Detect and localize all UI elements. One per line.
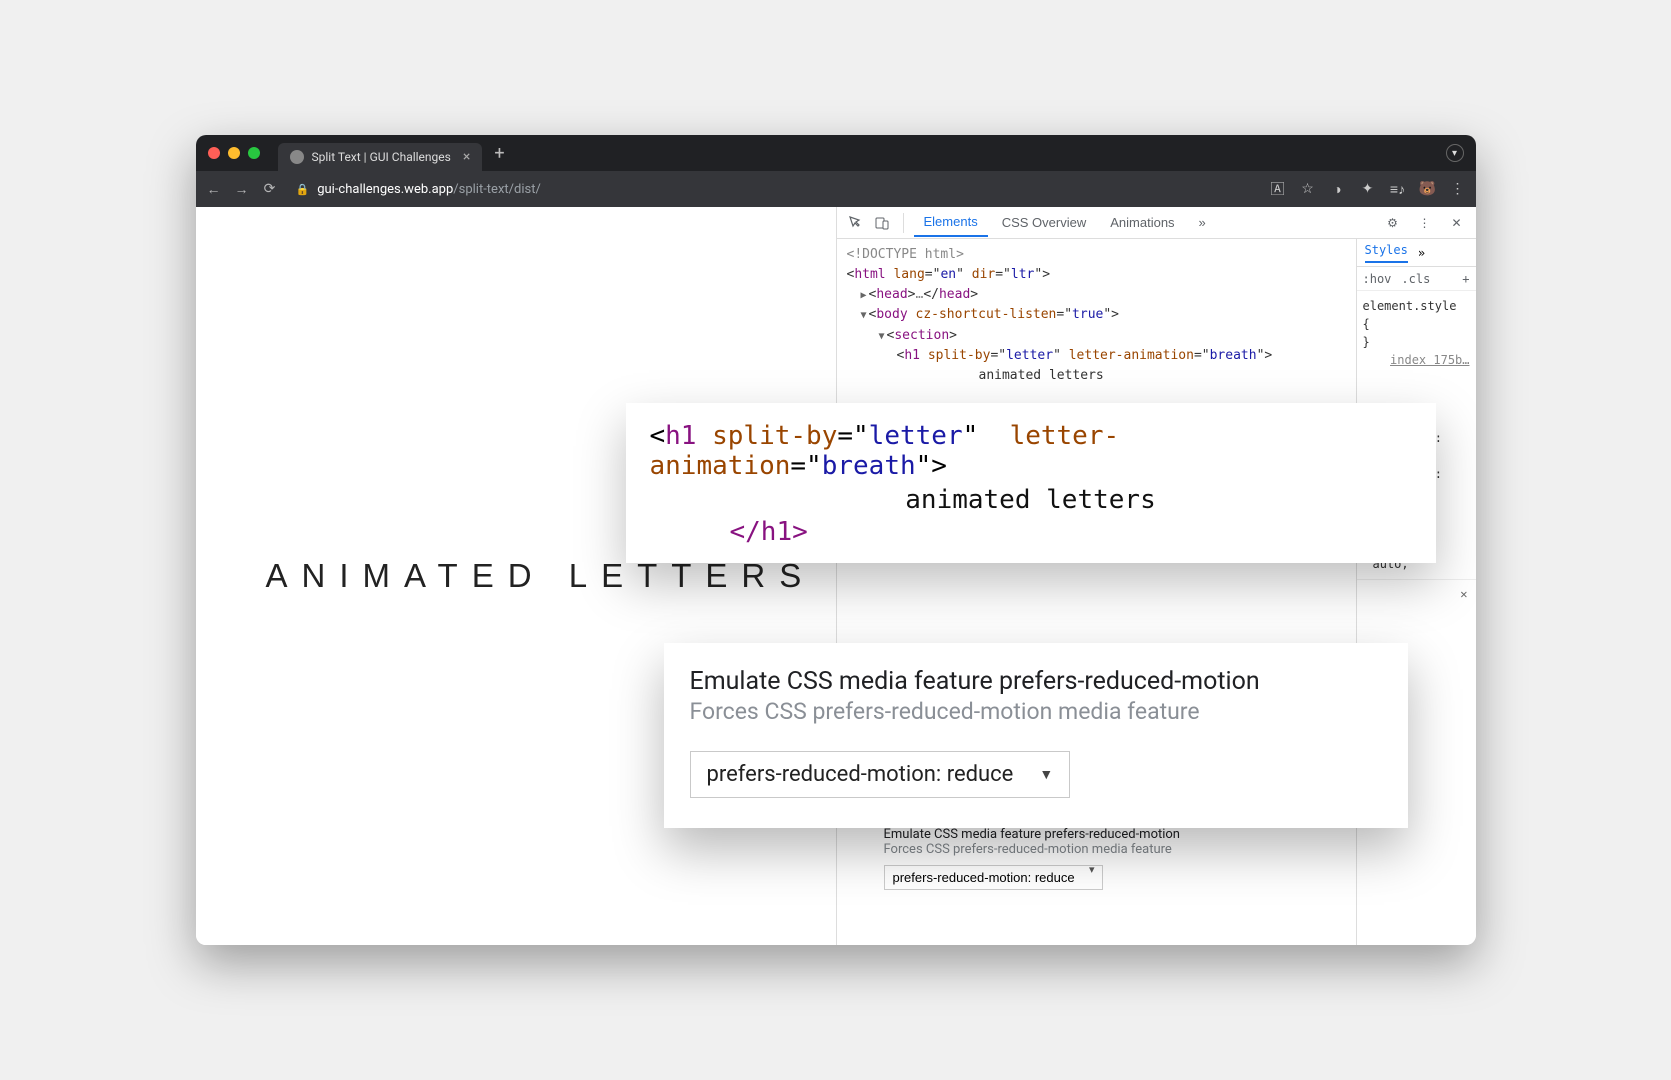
element-style-rule: element.style { bbox=[1363, 297, 1470, 333]
menu-icon[interactable]: ⋮ bbox=[1450, 181, 1466, 197]
page-viewport: ANIMATED LETTERS bbox=[196, 207, 836, 945]
minimize-window-button[interactable] bbox=[228, 147, 240, 159]
tab-bar: Split Text | GUI Challenges × + ▾ bbox=[196, 135, 1476, 171]
toolbar-right: 🄰 ☆ ◑ ✦ ≡♪ 🐻 ⋮ bbox=[1270, 181, 1466, 197]
translate-icon[interactable]: 🄰 bbox=[1270, 181, 1286, 197]
separator bbox=[903, 213, 904, 233]
profile-icon[interactable]: ▾ bbox=[1446, 144, 1464, 162]
lock-icon: 🔒 bbox=[296, 183, 310, 196]
extensions-puzzle-icon[interactable]: ✦ bbox=[1360, 181, 1376, 197]
styles-subbar: :hov .cls + bbox=[1357, 267, 1476, 291]
tab-animations[interactable]: Animations bbox=[1100, 209, 1184, 236]
rendering-small-select[interactable]: prefers-reduced-motion: reduce bbox=[884, 865, 1103, 890]
element-style-close: } bbox=[1363, 333, 1470, 351]
rendering-drawer-small: Emulate CSS media feature prefers-reduce… bbox=[884, 827, 1364, 890]
close-devtools-icon[interactable]: ✕ bbox=[1446, 212, 1468, 234]
rendering-small-select-wrap: prefers-reduced-motion: reduce bbox=[884, 857, 1103, 890]
overlay-render-value: prefers-reduced-motion: reduce bbox=[707, 762, 1014, 787]
stylesheet-link[interactable]: index 175b… bbox=[1363, 351, 1470, 369]
overlay-render-title: Emulate CSS media feature prefers-reduce… bbox=[690, 667, 1382, 696]
styles-pane: Styles » :hov .cls + element.style { } i… bbox=[1356, 239, 1476, 945]
url-text: gui-challenges.web.app/split-text/dist/ bbox=[317, 182, 541, 197]
url-path: /split-text/dist/ bbox=[453, 182, 541, 197]
tab-css-overview[interactable]: CSS Overview bbox=[992, 209, 1097, 236]
dom-section[interactable]: ▼<section> bbox=[847, 326, 1346, 346]
overlay-render-sub: Forces CSS prefers-reduced-motion media … bbox=[690, 698, 1382, 725]
close-tab-icon[interactable]: × bbox=[463, 149, 470, 165]
overlay-code-open: <h1 split-by="letter" letter-animation="… bbox=[650, 421, 1412, 481]
dom-body[interactable]: ▼<body cz-shortcut-listen="true"> bbox=[847, 305, 1346, 325]
back-button[interactable]: ← bbox=[206, 181, 222, 197]
styles-tabs: Styles » bbox=[1357, 239, 1476, 267]
styles-tab[interactable]: Styles bbox=[1365, 243, 1408, 263]
overlay-render-select[interactable]: prefers-reduced-motion: reduce ▼ bbox=[690, 751, 1071, 798]
reload-button[interactable]: ⟳ bbox=[262, 181, 278, 197]
drawer-close-icon[interactable]: ✕ bbox=[1357, 579, 1476, 607]
devtools-tabbar: Elements CSS Overview Animations » ⚙ ⋮ ✕ bbox=[837, 207, 1476, 239]
styles-overflow-icon[interactable]: » bbox=[1418, 246, 1425, 260]
dom-h1-text: animated letters bbox=[847, 366, 1346, 386]
dom-doctype: <!DOCTYPE html> bbox=[847, 245, 1346, 265]
chevron-down-icon: ▼ bbox=[1039, 766, 1053, 783]
dom-html-open[interactable]: <html lang="en" dir="ltr"> bbox=[847, 265, 1346, 285]
hov-toggle[interactable]: :hov bbox=[1363, 272, 1392, 286]
bookmark-icon[interactable]: ☆ bbox=[1300, 181, 1316, 197]
add-rule-icon[interactable]: + bbox=[1462, 272, 1469, 286]
gear-icon[interactable]: ⚙ bbox=[1382, 212, 1404, 234]
overlay-rendering-callout: Emulate CSS media feature prefers-reduce… bbox=[664, 643, 1408, 828]
close-window-button[interactable] bbox=[208, 147, 220, 159]
browser-window: Split Text | GUI Challenges × + ▾ ← → ⟳ … bbox=[196, 135, 1476, 945]
forward-button[interactable]: → bbox=[234, 181, 250, 197]
rendering-small-title: Emulate CSS media feature prefers-reduce… bbox=[884, 827, 1364, 842]
window-controls bbox=[208, 147, 260, 159]
dom-head[interactable]: ▶<head>…</head> bbox=[847, 285, 1346, 305]
address-bar: ← → ⟳ 🔒 gui-challenges.web.app/split-tex… bbox=[196, 171, 1476, 207]
browser-tab[interactable]: Split Text | GUI Challenges × bbox=[278, 143, 483, 171]
overlay-code-close: </h1> bbox=[730, 517, 1412, 547]
overlay-code-callout: <h1 split-by="letter" letter-animation="… bbox=[626, 403, 1436, 563]
overlay-code-content: animated letters bbox=[650, 485, 1412, 515]
kebab-icon[interactable]: ⋮ bbox=[1414, 212, 1436, 234]
favicon-icon bbox=[290, 150, 304, 164]
avatar-icon[interactable]: 🐻 bbox=[1420, 181, 1436, 197]
maximize-window-button[interactable] bbox=[248, 147, 260, 159]
extension-icon[interactable]: ◑ bbox=[1330, 181, 1346, 197]
device-toggle-icon[interactable] bbox=[871, 212, 893, 234]
inspect-icon[interactable] bbox=[845, 212, 867, 234]
rendering-small-sub: Forces CSS prefers-reduced-motion media … bbox=[884, 842, 1364, 857]
tab-elements[interactable]: Elements bbox=[914, 208, 988, 237]
cls-toggle[interactable]: .cls bbox=[1401, 272, 1430, 286]
url-domain: gui-challenges.web.app bbox=[317, 182, 453, 197]
dom-h1[interactable]: <h1 split-by="letter" letter-animation="… bbox=[847, 346, 1346, 366]
url-box[interactable]: 🔒 gui-challenges.web.app/split-text/dist… bbox=[296, 182, 541, 197]
new-tab-button[interactable]: + bbox=[494, 143, 504, 164]
devtools-right-controls: ⚙ ⋮ ✕ bbox=[1382, 212, 1468, 234]
tab-title: Split Text | GUI Challenges bbox=[312, 150, 451, 164]
media-icon[interactable]: ≡♪ bbox=[1390, 181, 1406, 197]
tab-overflow-icon[interactable]: » bbox=[1189, 209, 1216, 236]
